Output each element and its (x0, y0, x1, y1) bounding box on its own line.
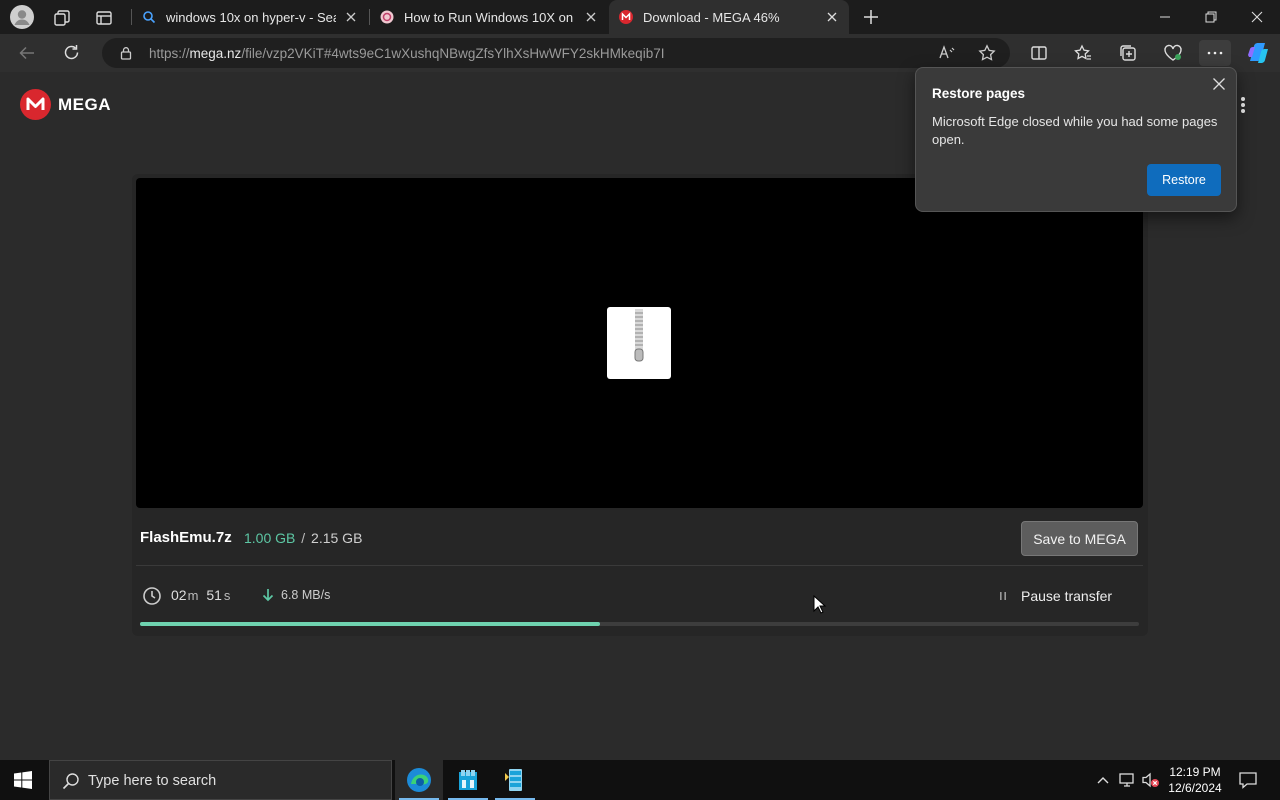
lock-icon[interactable] (119, 46, 133, 60)
start-button[interactable] (14, 771, 32, 789)
system-clock[interactable]: 12:19 PM 12/6/2024 (1162, 764, 1228, 796)
restore-pages-dialog: Restore pages Microsoft Edge closed whil… (915, 67, 1237, 212)
time-remaining: 02m 51 s (171, 587, 230, 603)
tab-search[interactable]: windows 10x on hyper-v - Search (132, 0, 368, 34)
time-minutes-unit: m (187, 588, 199, 603)
search-icon (143, 11, 156, 24)
vertical-tabs-icon[interactable] (95, 9, 113, 27)
file-size: 1.00 GB / 2.15 GB (244, 530, 362, 546)
save-to-mega-button[interactable]: Save to MEGA (1021, 521, 1138, 556)
new-tab-button[interactable] (862, 8, 880, 26)
tab-title: How to Run Windows 10X on Your (404, 9, 576, 25)
time-seconds-unit: s (223, 588, 231, 603)
file-name: FlashEmu.7z (140, 529, 232, 546)
read-aloud-icon[interactable] (938, 44, 956, 62)
taskbar-edge-app[interactable] (395, 760, 443, 800)
mega-logo[interactable]: MEGA (20, 89, 111, 120)
network-icon[interactable] (1118, 772, 1136, 788)
address-bar[interactable]: https://mega.nz/file/vzp2VKiT#4wts9eC1wX… (102, 38, 1010, 68)
mouse-cursor (813, 595, 827, 615)
downloaded-size: 1.00 GB (244, 530, 296, 546)
favorite-star-icon[interactable] (978, 44, 996, 62)
close-icon[interactable] (344, 10, 358, 24)
profile-avatar-icon[interactable] (10, 5, 34, 29)
close-icon[interactable] (584, 10, 598, 24)
mega-logo-icon (20, 89, 51, 120)
hyper-v-manager-icon (505, 769, 522, 791)
pause-transfer-button[interactable]: Pause transfer (995, 584, 1112, 608)
browser-essentials-icon[interactable] (1163, 44, 1183, 62)
total-size: 2.15 GB (311, 530, 363, 546)
taskbar-search-box[interactable]: Type here to search (49, 760, 392, 800)
edge-icon (407, 768, 431, 792)
mega-favicon-icon (619, 10, 633, 24)
archive-file-icon (607, 307, 671, 379)
more-options-button[interactable] (1199, 40, 1231, 66)
minimize-button[interactable] (1158, 10, 1172, 24)
time-minutes: 02 (171, 587, 187, 603)
page-menu-icon[interactable] (1239, 95, 1247, 115)
download-progress-fill (140, 622, 600, 626)
back-button[interactable] (18, 44, 36, 62)
dialog-message: Microsoft Edge closed while you had some… (932, 114, 1218, 147)
favorites-icon[interactable] (1074, 44, 1092, 62)
search-placeholder: Type here to search (88, 773, 217, 789)
tab-title: Download - MEGA 46% (643, 9, 780, 25)
tab-article[interactable]: How to Run Windows 10X on Your (370, 0, 608, 34)
close-window-button[interactable] (1250, 10, 1264, 24)
clock-time: 12:19 PM (1169, 765, 1221, 779)
time-seconds: 51 (206, 587, 222, 603)
taskbar-app-3[interactable] (491, 760, 539, 800)
divider (136, 565, 1143, 566)
download-progress-bar (140, 622, 1139, 626)
server-manager-icon (459, 770, 477, 790)
close-icon[interactable] (825, 10, 839, 24)
mega-logo-text: MEGA (58, 94, 111, 114)
clock-icon (142, 586, 162, 606)
tab-mega-download[interactable]: Download - MEGA 46% (609, 0, 849, 34)
copilot-icon[interactable] (1245, 41, 1271, 65)
pause-icon (1000, 592, 1006, 600)
workspaces-icon[interactable] (53, 9, 71, 27)
dialog-title: Restore pages (932, 86, 1026, 101)
split-screen-icon[interactable] (1030, 44, 1048, 62)
notifications-icon[interactable] (1238, 771, 1258, 789)
collections-icon[interactable] (1119, 44, 1137, 62)
restore-button[interactable]: Restore (1147, 164, 1221, 196)
windows-taskbar: Type here to search 12:19 PM 12/6/2024 (0, 760, 1280, 800)
restore-window-button[interactable] (1204, 10, 1218, 24)
download-speed: 6.8 MB/s (281, 588, 331, 602)
tab-title: windows 10x on hyper-v - Search (166, 9, 336, 25)
download-arrow-icon (262, 588, 274, 602)
volume-muted-icon[interactable] (1141, 772, 1161, 788)
tab-strip: windows 10x on hyper-v - Search How to R… (0, 0, 1280, 34)
close-icon[interactable] (1212, 77, 1226, 91)
clock-date: 12/6/2024 (1168, 781, 1222, 795)
chevron-up-icon[interactable] (1096, 774, 1110, 786)
pause-transfer-label: Pause transfer (1021, 588, 1113, 604)
search-icon (62, 772, 80, 790)
url-text[interactable]: https://mega.nz/file/vzp2VKiT#4wts9eC1wX… (149, 46, 664, 61)
size-separator: / (301, 530, 306, 546)
site-favicon-icon (380, 10, 394, 24)
taskbar-app-2[interactable] (444, 760, 492, 800)
refresh-button[interactable] (62, 43, 81, 62)
